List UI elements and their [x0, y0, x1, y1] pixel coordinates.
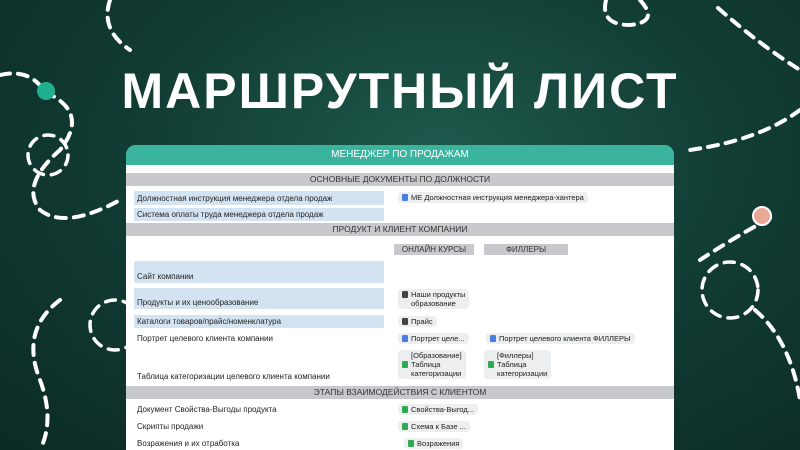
chip-job-description[interactable]: МЕ Должностная инструкция менеджера-хант…	[398, 192, 588, 203]
chip-our-products[interactable]: Наши продукты образование	[398, 289, 470, 309]
row-products-pricing[interactable]: Продукты и их ценообразование	[134, 288, 384, 309]
sheet-green-icon	[408, 440, 414, 447]
row-pay-system[interactable]: Система оплаты труда менеджера отдела пр…	[134, 208, 384, 221]
chip-scheme[interactable]: Схема к Базе ...	[398, 421, 470, 432]
column-online-courses: ОНЛАЙН КУРСЫ	[394, 244, 474, 255]
sheet-green-icon	[402, 361, 408, 368]
row-features-benefits[interactable]: Документ Свойства-Выгоды продукта	[134, 402, 384, 416]
row-sales-scripts[interactable]: Скрипты продажи	[134, 419, 384, 433]
row-objections[interactable]: Возражения и их отработка	[134, 436, 384, 450]
doc-icon	[402, 291, 408, 298]
chip-categorization-fillers[interactable]: [Филлеры] Таблица категоризации	[484, 350, 552, 379]
row-categorization-table[interactable]: Таблица категоризации целевого клиента к…	[134, 369, 384, 383]
chip-categorization-education[interactable]: [Образование] Таблица категоризации	[398, 350, 466, 379]
section-main-documents: ОСНОВНЫЕ ДОКУМЕНТЫ ПО ДОЛЖНОСТИ	[126, 173, 674, 186]
route-sheet-card: МЕНЕДЖЕР ПО ПРОДАЖАМ ОСНОВНЫЕ ДОКУМЕНТЫ …	[126, 145, 674, 450]
chip-features-benefits[interactable]: Свойства-Выгод...	[398, 404, 479, 415]
sheet-green-icon	[402, 406, 408, 413]
sheet-green-icon	[488, 361, 494, 368]
section-client-stages: ЭТАПЫ ВЗАИМОДЕЙСТВИЯ С КЛИЕНТОМ	[126, 386, 674, 399]
doc-blue-icon	[402, 335, 408, 342]
column-fillers: ФИЛЛЕРЫ	[484, 244, 568, 255]
sheet-green-icon	[402, 423, 408, 430]
card-header: МЕНЕДЖЕР ПО ПРОДАЖАМ	[126, 145, 674, 165]
doc-blue-icon	[490, 335, 496, 342]
chip-portrait-courses[interactable]: Портрет целе...	[398, 333, 469, 344]
chip-portrait-fillers[interactable]: Портрет целевого клиента ФИЛЛЕРЫ	[486, 333, 635, 344]
chip-price[interactable]: Прайс	[398, 316, 437, 327]
row-company-site[interactable]: Сайт компании	[134, 261, 384, 283]
row-catalogs[interactable]: Каталоги товаров/прайс/номенклатура	[134, 315, 384, 328]
section-product-client: ПРОДУКТ И КЛИЕНТ КОМПАНИИ	[126, 223, 674, 236]
doc-blue-icon	[402, 194, 408, 201]
chip-objections[interactable]: Возражения	[404, 438, 464, 449]
page-title: МАРШРУТНЫЙ ЛИСТ	[121, 63, 679, 119]
row-client-portrait[interactable]: Портрет целевого клиента компании	[134, 331, 384, 345]
dot-peach-icon	[752, 206, 772, 226]
doc-icon	[402, 318, 408, 325]
row-job-description[interactable]: Должностная инструкция менеджера отдела …	[134, 191, 384, 205]
